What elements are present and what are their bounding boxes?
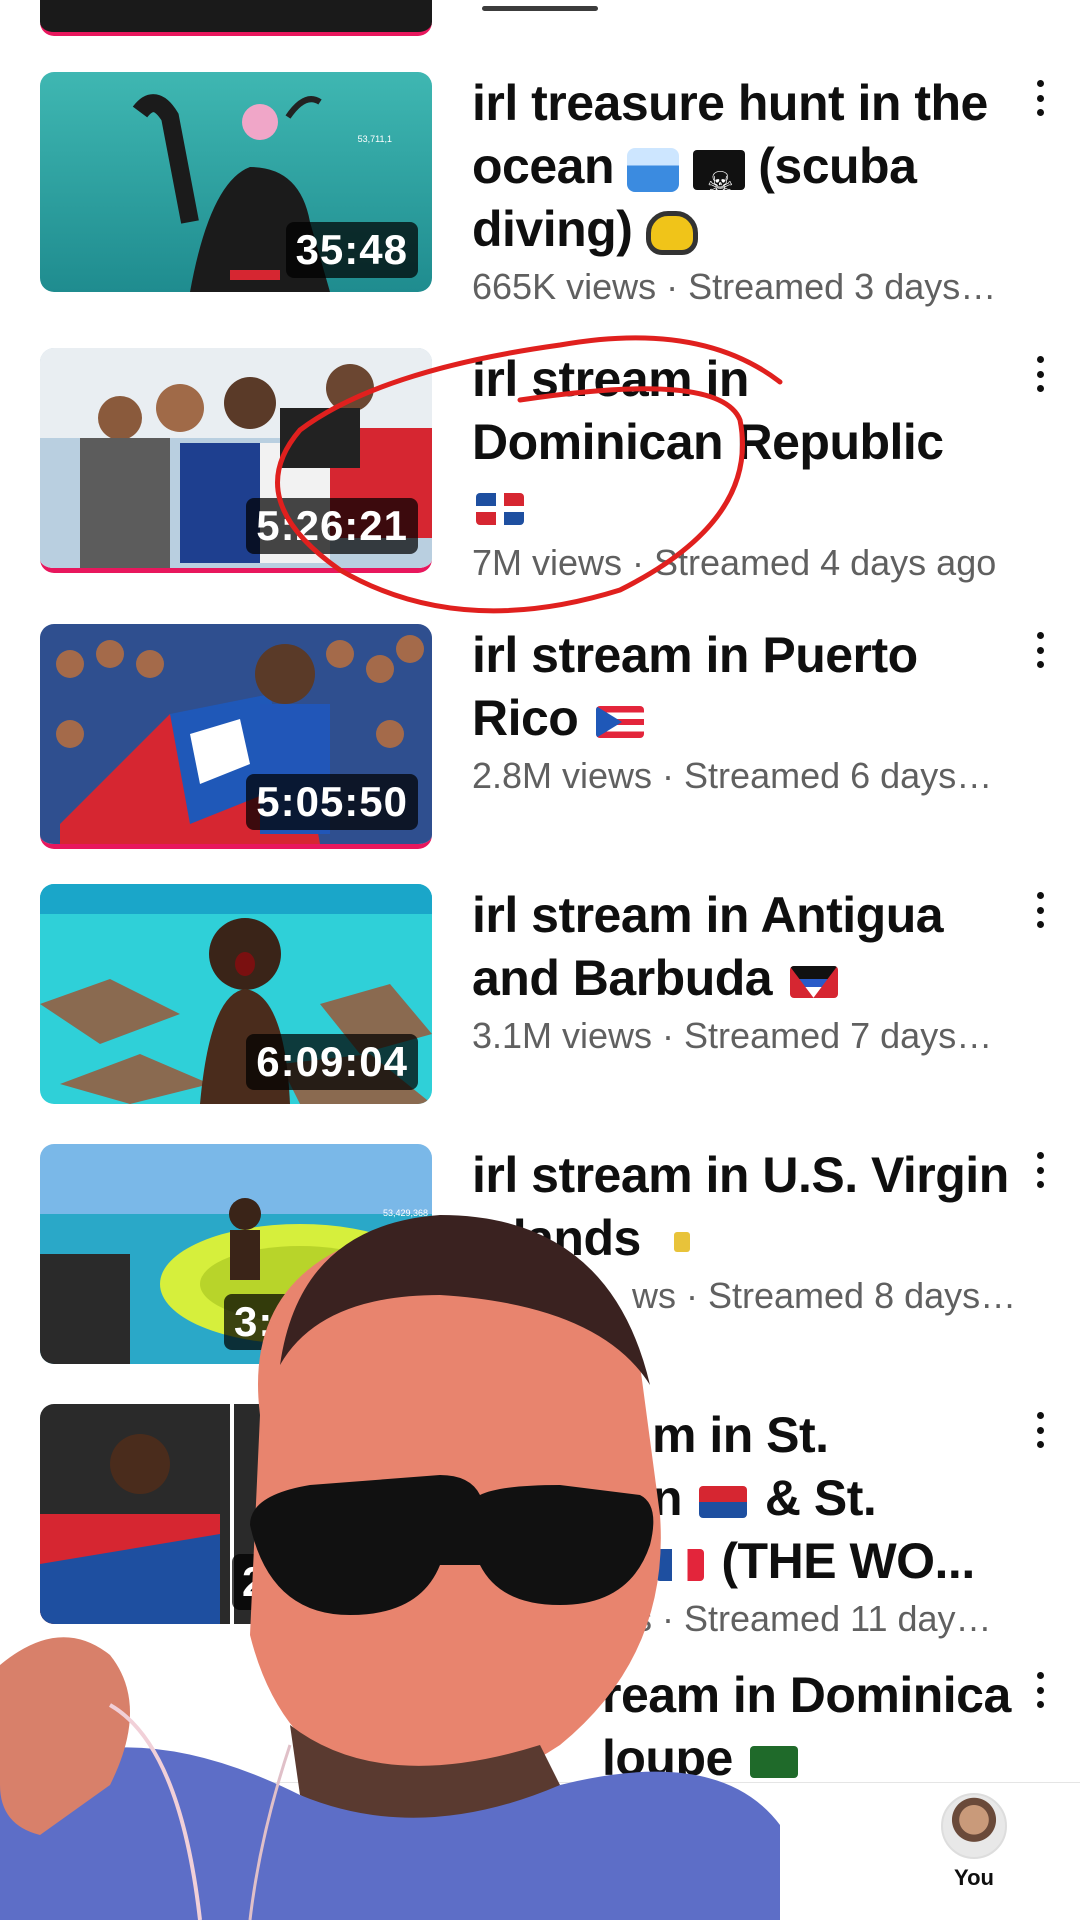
video-duration: 35:48 [285, 222, 418, 278]
video-meta: 3.1M views · Streamed 7 days… [472, 1015, 993, 1056]
video-info[interactable]: irl stream in U.S. Virgin Islands ws · S… [472, 1144, 1016, 1320]
viewer-counter: 53,711,1 [358, 134, 392, 144]
flag-france-icon [656, 1548, 704, 1581]
video-thumbnail[interactable]: 5:26:21 [40, 348, 432, 573]
flag-puerto-rico-icon [595, 705, 644, 738]
video-thumbnail[interactable]: 53,711,1 35:48 [40, 72, 432, 292]
avatar [941, 1793, 1007, 1859]
more-vert-icon[interactable] [1030, 892, 1050, 928]
more-vert-icon[interactable] [1030, 632, 1050, 668]
more-vert-icon[interactable] [1030, 1152, 1050, 1188]
video-info[interactable]: ream in Dominica loupe [472, 1664, 1012, 1790]
more-vert-icon[interactable] [1030, 1672, 1050, 1708]
more-vert-icon[interactable] [1030, 1412, 1050, 1448]
video-info[interactable]: irl stream in Antigua and Barbuda 3.1M v… [472, 884, 1012, 1060]
flag-dominican-republic-icon [476, 492, 524, 525]
video-row[interactable]: 2 m in St. n & St. (THE WO... ews · Stre… [0, 1404, 1080, 1639]
you-tab[interactable]: You [938, 1793, 1010, 1891]
video-duration: 2 [232, 1554, 277, 1610]
video-row[interactable]: 53,429,368 3:30 irl stream in U.S. Virgi… [0, 1144, 1080, 1374]
video-title[interactable]: irl treasure hunt in the ocean (scuba di… [472, 72, 1012, 261]
video-row[interactable]: 5:26:21 irl stream in Dominican Republic… [0, 348, 1080, 583]
video-meta: 2.8M views · Streamed 6 days… [472, 755, 993, 796]
video-meta: ws · Streamed 8 days… [632, 1275, 1017, 1316]
flag-sint-maarten-icon [699, 1485, 748, 1518]
wave-icon [627, 147, 680, 192]
video-title[interactable]: irl stream in Dominican Republic [472, 348, 1012, 537]
viewer-counter: 53,429,368 [383, 1208, 428, 1218]
video-row[interactable]: 53,711,1 35:48 irl treasure hunt in the … [0, 72, 1080, 307]
flag-guadeloupe-icon [750, 1745, 799, 1778]
video-row[interactable]: 6:09:04 irl stream in Antigua and Barbud… [0, 884, 1080, 1114]
video-thumbnail[interactable]: 53,429,368 3:30 [40, 1144, 432, 1364]
video-info[interactable]: irl stream in Puerto Rico 2.8M views · S… [472, 624, 1012, 800]
video-info[interactable]: irl treasure hunt in the ocean (scuba di… [472, 72, 1012, 311]
video-duration: 5:26:21 [246, 498, 418, 554]
video-row[interactable]: 5:05:50 irl stream in Puerto Rico 2.8M v… [0, 624, 1080, 854]
flag-us-virgin-islands-icon [658, 1225, 707, 1258]
diving-mask-icon [645, 210, 698, 255]
pirate-flag-icon [692, 149, 745, 215]
more-vert-icon[interactable] [1030, 80, 1050, 116]
video-title[interactable]: m in St. n & St. (THE WO... [472, 1404, 1012, 1593]
video-title[interactable]: irl stream in Puerto Rico [472, 624, 1012, 750]
video-duration: 6:09:04 [246, 1034, 418, 1090]
more-vert-icon[interactable] [1030, 356, 1050, 392]
video-thumbnail[interactable]: 2 [40, 1404, 432, 1624]
video-title[interactable]: irl stream in Antigua and Barbuda [472, 884, 1012, 1010]
video-duration: 3:30 [224, 1294, 333, 1350]
video-feed: 53,711,1 35:48 irl treasure hunt in the … [0, 0, 1080, 1920]
video-meta: ews · Streamed 11 day… [588, 1598, 992, 1639]
video-title[interactable]: irl stream in U.S. Virgin Islands [472, 1144, 1012, 1270]
you-label: You [954, 1865, 994, 1890]
video-info[interactable]: m in St. n & St. (THE WO... ews · Stream… [472, 1404, 1012, 1643]
video-thumbnail[interactable]: 5:05:50 [40, 624, 432, 849]
flag-antigua-icon [789, 965, 838, 998]
bottom-navigation [0, 1782, 1080, 1921]
video-thumbnail[interactable]: 6:09:04 [40, 884, 432, 1104]
video-meta: 7M views · Streamed 4 days ago [472, 542, 997, 583]
video-duration: 5:05:50 [246, 774, 418, 830]
video-title[interactable]: ream in Dominica loupe [472, 1664, 1012, 1790]
video-info[interactable]: irl stream in Dominican Republic 7M view… [472, 348, 1012, 587]
video-meta: 665K views · Streamed 3 days… [472, 266, 997, 307]
